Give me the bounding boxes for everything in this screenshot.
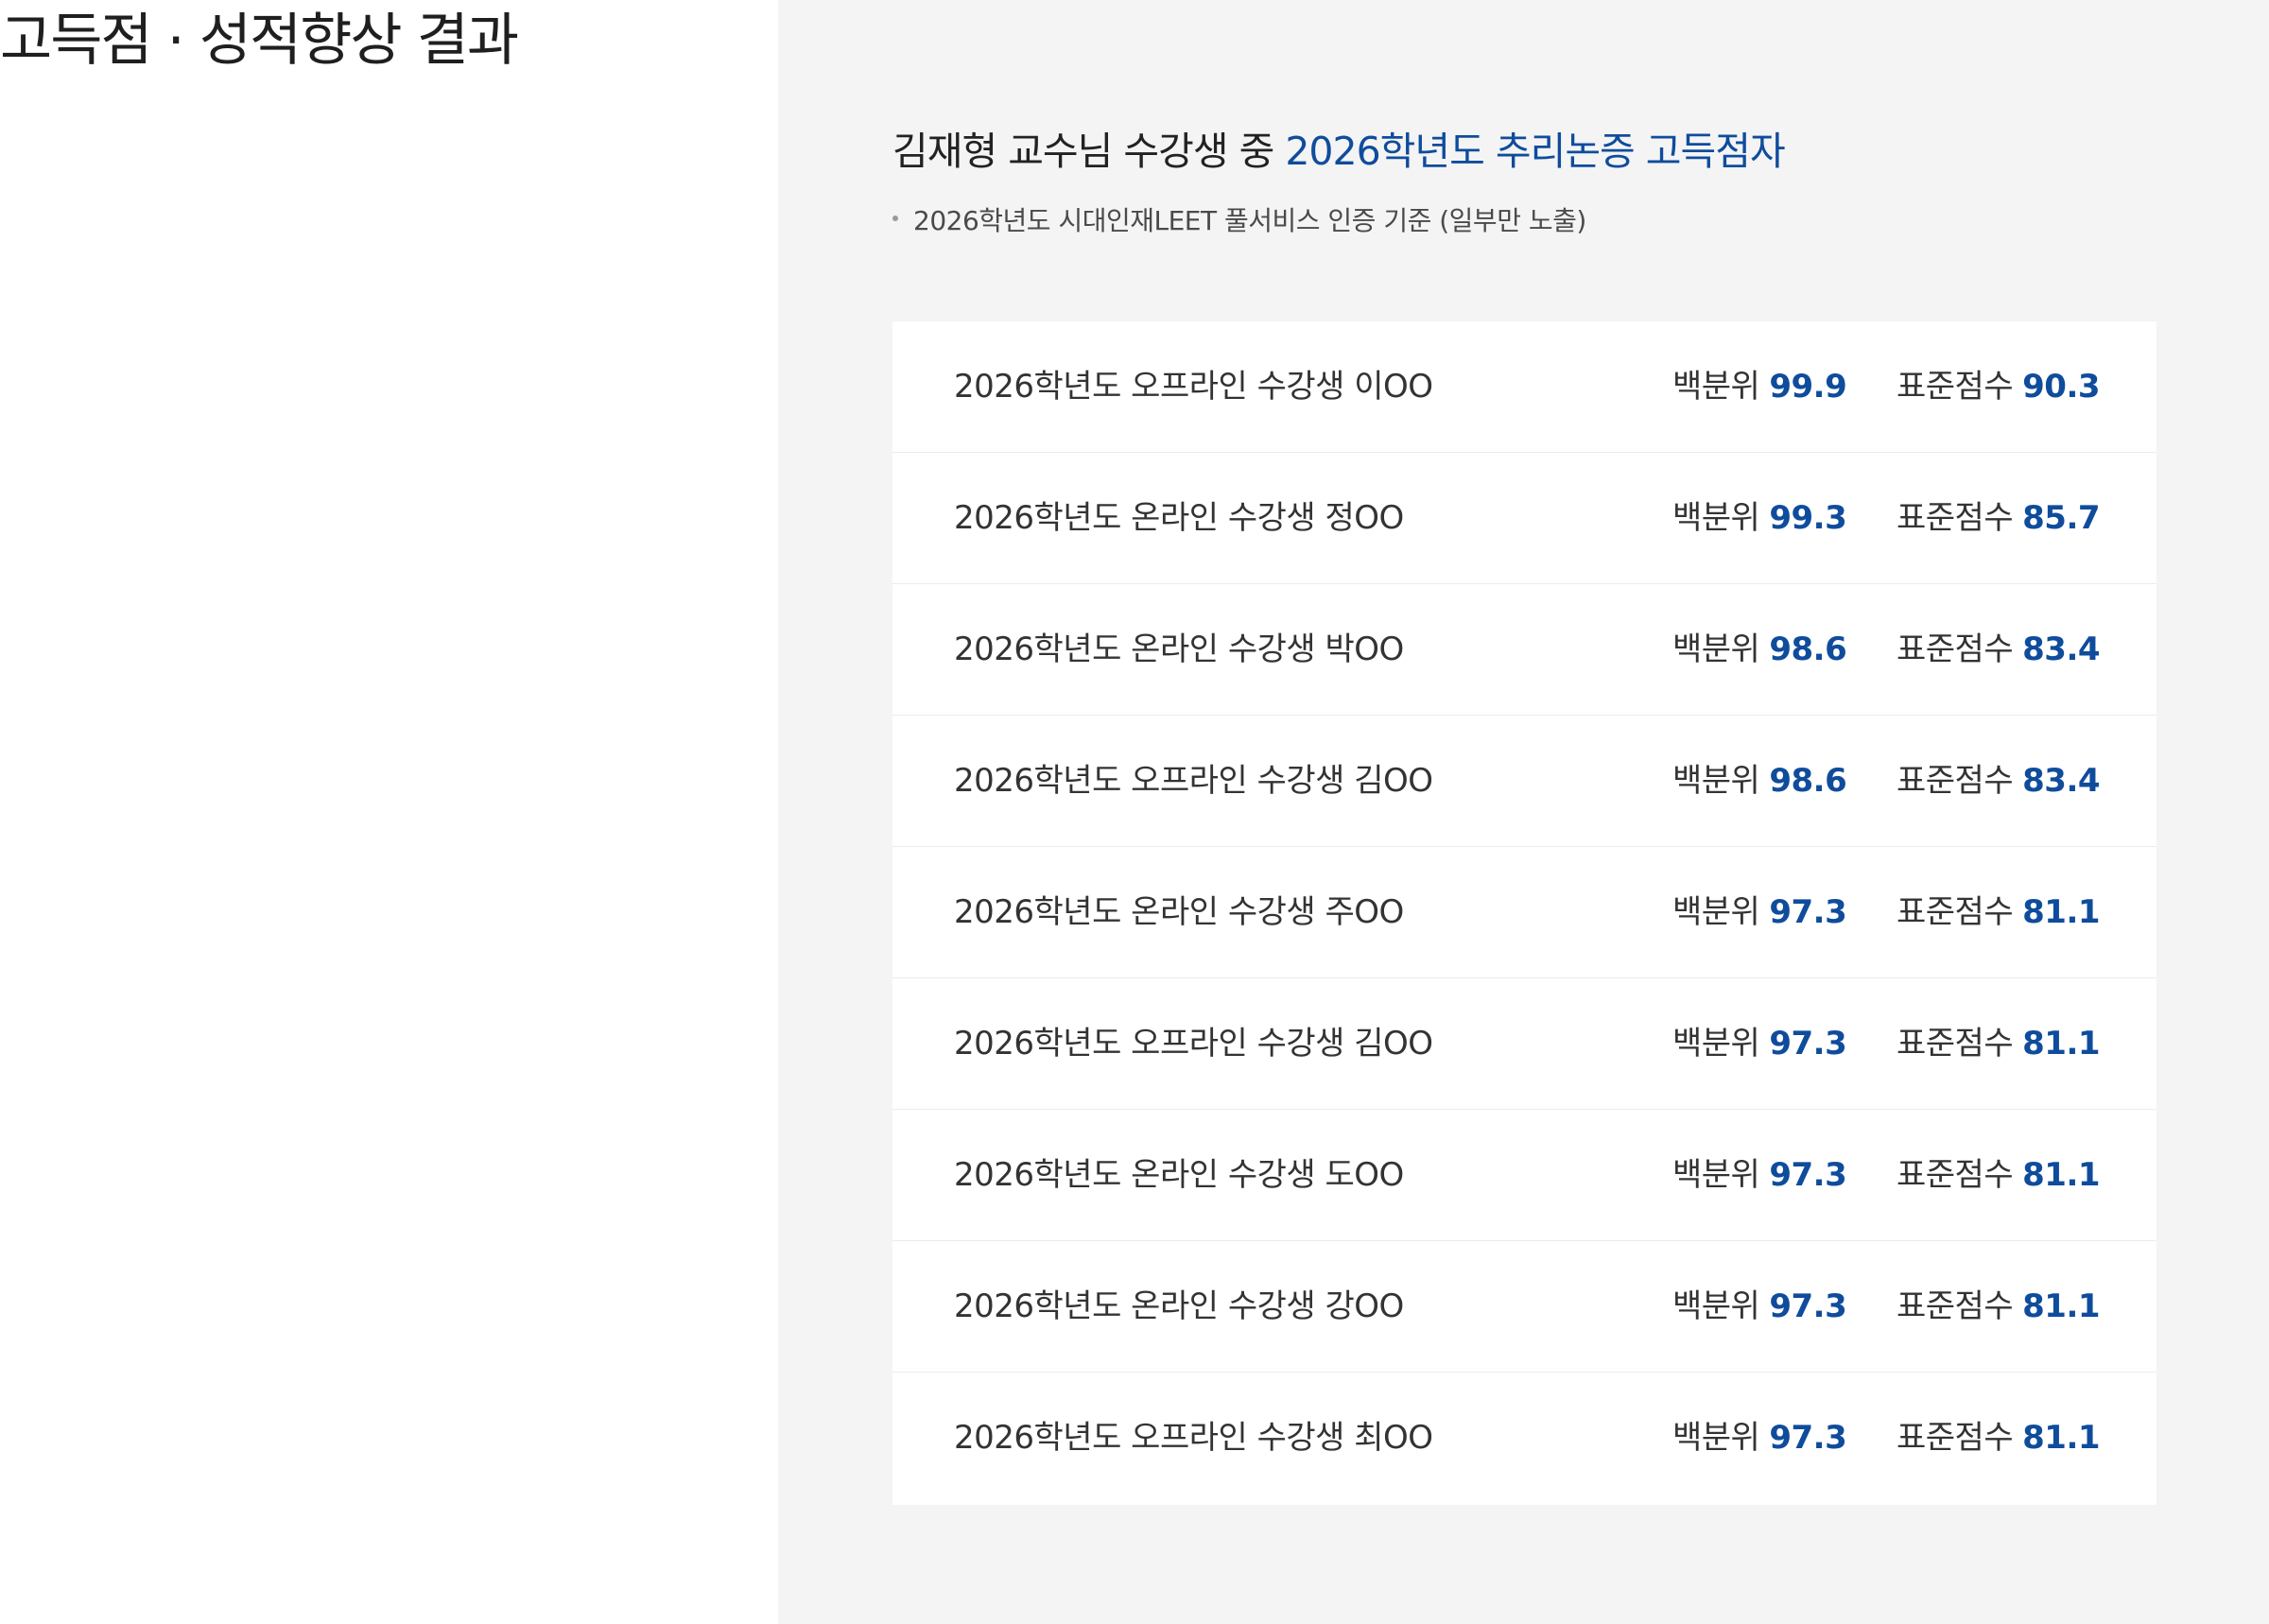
percentile-value: 99.3 bbox=[1769, 499, 1847, 537]
standard-value: 81.1 bbox=[2022, 1419, 2101, 1457]
result-row: 2026학년도 오프라인 수강생 김OO 백분위 97.3 표준점수 81.1 bbox=[892, 978, 2156, 1110]
percentile-value: 98.6 bbox=[1769, 762, 1847, 800]
result-row: 2026학년도 온라인 수강생 도OO 백분위 97.3 표준점수 81.1 bbox=[892, 1110, 2156, 1241]
standard-label: 표준점수 bbox=[1897, 368, 2014, 406]
standard-score: 표준점수 83.4 bbox=[1897, 716, 2101, 847]
result-row: 2026학년도 온라인 수강생 주OO 백분위 97.3 표준점수 81.1 bbox=[892, 847, 2156, 978]
standard-label: 표준점수 bbox=[1897, 893, 2014, 931]
standard-label: 표준점수 bbox=[1897, 1419, 2014, 1457]
standard-value: 83.4 bbox=[2022, 631, 2101, 668]
section-title: 고득점 · 성적향상 결과 bbox=[0, 8, 519, 74]
standard-value: 81.1 bbox=[2022, 893, 2101, 931]
bullet-dot-icon bbox=[892, 216, 898, 221]
standard-score: 표준점수 81.1 bbox=[1897, 1241, 2101, 1373]
standard-label: 표준점수 bbox=[1897, 1287, 2014, 1325]
student-name: 2026학년도 오프라인 수강생 최OO bbox=[954, 1419, 1433, 1457]
result-row: 2026학년도 오프라인 수강생 이OO 백분위 99.9 표준점수 90.3 bbox=[892, 321, 2156, 453]
student-name: 2026학년도 오프라인 수강생 김OO bbox=[954, 1025, 1433, 1063]
percentile: 백분위 98.6 bbox=[1672, 584, 1847, 716]
standard-label: 표준점수 bbox=[1897, 1156, 2014, 1194]
student-name: 2026학년도 오프라인 수강생 김OO bbox=[954, 762, 1433, 800]
percentile: 백분위 99.9 bbox=[1672, 321, 1847, 453]
percentile-label: 백분위 bbox=[1672, 499, 1760, 537]
headline-accent: 2026학년도 추리논증 고득점자 bbox=[1285, 129, 1785, 174]
percentile-label: 백분위 bbox=[1672, 631, 1760, 668]
standard-score: 표준점수 83.4 bbox=[1897, 584, 2101, 716]
results-headline: 김재형 교수님 수강생 중 2026학년도 추리논증 고득점자 bbox=[892, 123, 1786, 180]
note-text: 2026학년도 시대인재LEET 풀서비스 인증 기준 (일부만 노출) bbox=[913, 205, 1586, 236]
student-name: 2026학년도 온라인 수강생 정OO bbox=[954, 499, 1404, 537]
percentile: 백분위 97.3 bbox=[1672, 1241, 1847, 1373]
percentile-value: 97.3 bbox=[1769, 1419, 1847, 1457]
result-row: 2026학년도 온라인 수강생 정OO 백분위 99.3 표준점수 85.7 bbox=[892, 453, 2156, 584]
standard-value: 85.7 bbox=[2022, 499, 2101, 537]
percentile: 백분위 98.6 bbox=[1672, 716, 1847, 847]
standard-value: 81.1 bbox=[2022, 1287, 2101, 1325]
percentile-value: 97.3 bbox=[1769, 893, 1847, 931]
standard-score: 표준점수 81.1 bbox=[1897, 978, 2101, 1110]
percentile: 백분위 97.3 bbox=[1672, 1373, 1847, 1504]
certification-note: 2026학년도 시대인재LEET 풀서비스 인증 기준 (일부만 노출) bbox=[892, 200, 1586, 242]
standard-score: 표준점수 90.3 bbox=[1897, 321, 2101, 453]
result-row: 2026학년도 온라인 수강생 강OO 백분위 97.3 표준점수 81.1 bbox=[892, 1241, 2156, 1373]
percentile-value: 97.3 bbox=[1769, 1287, 1847, 1325]
standard-score: 표준점수 81.1 bbox=[1897, 1373, 2101, 1504]
standard-label: 표준점수 bbox=[1897, 631, 2014, 668]
student-name: 2026학년도 오프라인 수강생 이OO bbox=[954, 368, 1433, 406]
percentile: 백분위 97.3 bbox=[1672, 1110, 1847, 1241]
percentile-value: 97.3 bbox=[1769, 1156, 1847, 1194]
standard-label: 표준점수 bbox=[1897, 762, 2014, 800]
percentile-value: 99.9 bbox=[1769, 368, 1847, 406]
percentile-label: 백분위 bbox=[1672, 1419, 1760, 1457]
percentile-label: 백분위 bbox=[1672, 762, 1760, 800]
percentile-label: 백분위 bbox=[1672, 1156, 1760, 1194]
percentile: 백분위 99.3 bbox=[1672, 453, 1847, 584]
percentile-label: 백분위 bbox=[1672, 1025, 1760, 1063]
result-row: 2026학년도 오프라인 수강생 최OO 백분위 97.3 표준점수 81.1 bbox=[892, 1373, 2156, 1505]
student-name: 2026학년도 온라인 수강생 도OO bbox=[954, 1156, 1404, 1194]
percentile-value: 98.6 bbox=[1769, 631, 1847, 668]
percentile: 백분위 97.3 bbox=[1672, 978, 1847, 1110]
result-row: 2026학년도 온라인 수강생 박OO 백분위 98.6 표준점수 83.4 bbox=[892, 584, 2156, 716]
results-panel: 김재형 교수님 수강생 중 2026학년도 추리논증 고득점자 2026학년도 … bbox=[778, 0, 2269, 1624]
student-name: 2026학년도 온라인 수강생 박OO bbox=[954, 631, 1404, 668]
percentile-label: 백분위 bbox=[1672, 893, 1760, 931]
page: 고득점 · 성적향상 결과 김재형 교수님 수강생 중 2026학년도 추리논증… bbox=[0, 0, 2269, 1624]
percentile-label: 백분위 bbox=[1672, 368, 1760, 406]
headline-prefix: 김재형 교수님 수강생 중 bbox=[892, 129, 1286, 174]
student-name: 2026학년도 온라인 수강생 강OO bbox=[954, 1287, 1404, 1325]
standard-value: 81.1 bbox=[2022, 1025, 2101, 1063]
percentile-value: 97.3 bbox=[1769, 1025, 1847, 1063]
standard-score: 표준점수 81.1 bbox=[1897, 1110, 2101, 1241]
percentile-label: 백분위 bbox=[1672, 1287, 1760, 1325]
result-row: 2026학년도 오프라인 수강생 김OO 백분위 98.6 표준점수 83.4 bbox=[892, 716, 2156, 847]
standard-value: 83.4 bbox=[2022, 762, 2101, 800]
standard-value: 81.1 bbox=[2022, 1156, 2101, 1194]
standard-label: 표준점수 bbox=[1897, 499, 2014, 537]
standard-score: 표준점수 85.7 bbox=[1897, 453, 2101, 584]
standard-score: 표준점수 81.1 bbox=[1897, 847, 2101, 978]
percentile: 백분위 97.3 bbox=[1672, 847, 1847, 978]
student-name: 2026학년도 온라인 수강생 주OO bbox=[954, 893, 1404, 931]
results-list: 2026학년도 오프라인 수강생 이OO 백분위 99.9 표준점수 90.3 20… bbox=[892, 321, 2156, 1505]
standard-value: 90.3 bbox=[2022, 368, 2101, 406]
standard-label: 표준점수 bbox=[1897, 1025, 2014, 1063]
